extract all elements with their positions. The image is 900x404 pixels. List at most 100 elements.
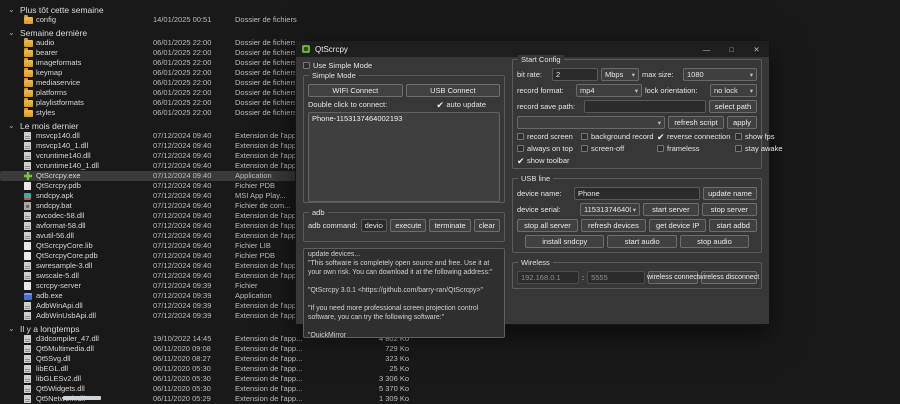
refresh-script-button[interactable]: refresh script bbox=[668, 116, 724, 129]
file-name: sndcpy.apk bbox=[36, 191, 153, 201]
frameless-checkbox[interactable]: frameless bbox=[657, 144, 733, 153]
device-serial-select[interactable]: 1153137464002193 bbox=[580, 203, 640, 216]
stay-awake-checkbox[interactable]: stay awake bbox=[735, 144, 783, 153]
screen-bottom-fragment bbox=[63, 396, 101, 400]
file-row[interactable]: Qt5Network.dll06/11/2020 05:29Extension … bbox=[0, 394, 900, 404]
file-date: 07/12/2024 09:40 bbox=[153, 181, 235, 191]
file-name: avutil-56.dll bbox=[36, 231, 153, 241]
device-list[interactable]: Phone-1153137464002193 bbox=[308, 112, 500, 202]
dll-icon bbox=[24, 232, 36, 240]
file-name: msvcp140_1.dll bbox=[36, 141, 153, 151]
checkbox-label: record screen bbox=[527, 132, 573, 141]
wifi-connect-button[interactable]: WIFI Connect bbox=[308, 84, 403, 97]
terminate-button[interactable]: terminate bbox=[429, 219, 470, 232]
execute-button[interactable]: execute bbox=[390, 219, 426, 232]
file-name: swresample-3.dll bbox=[36, 261, 153, 271]
record-save-path-input[interactable] bbox=[584, 100, 706, 113]
file-name: QtScrcpyCore.lib bbox=[36, 241, 153, 251]
apply-button[interactable]: apply bbox=[727, 116, 757, 129]
wireless-connect-button[interactable]: wireless connect bbox=[648, 271, 698, 284]
record-format-select[interactable]: mp4 bbox=[576, 84, 642, 97]
file-date: 06/01/2025 22:00 bbox=[153, 78, 235, 88]
device-list-item[interactable]: Phone-1153137464002193 bbox=[312, 114, 496, 123]
script-select[interactable] bbox=[517, 116, 665, 129]
always-on-top-checkbox[interactable]: always on top bbox=[517, 144, 579, 153]
chevron-down-icon: ⌄ bbox=[8, 7, 20, 13]
wireless-disconnect-button[interactable]: wireless disconnect bbox=[701, 271, 757, 284]
max-size-select[interactable]: 1080 bbox=[683, 68, 757, 81]
file-date: 07/12/2024 09:40 bbox=[153, 141, 235, 151]
file-name: d3dcompiler_47.dll bbox=[36, 334, 153, 344]
start-adbd-button[interactable]: start adbd bbox=[709, 219, 757, 232]
dll-icon bbox=[24, 142, 36, 150]
file-row[interactable]: Qt5Multimedia.dll06/11/2020 09:08Extensi… bbox=[0, 344, 900, 354]
bit-rate-input[interactable] bbox=[552, 68, 598, 81]
install-sndcpy-button[interactable]: install sndcpy bbox=[525, 235, 604, 248]
wireless-port-input[interactable] bbox=[587, 271, 645, 284]
stop-server-button[interactable]: stop server bbox=[702, 203, 757, 216]
stop-audio-button[interactable]: stop audio bbox=[680, 235, 749, 248]
file-row[interactable]: config14/01/2025 00:51Dossier de fichier… bbox=[0, 15, 900, 25]
file-date: 06/11/2020 05:30 bbox=[153, 374, 235, 384]
screen-off-checkbox[interactable]: screen-off bbox=[581, 144, 655, 153]
file-icon bbox=[24, 252, 36, 260]
maximize-button[interactable]: □ bbox=[719, 41, 744, 57]
file-name: playlistformats bbox=[36, 98, 153, 108]
app-blue-icon bbox=[24, 293, 36, 300]
section-header[interactable]: ⌄Semaine dernière bbox=[0, 27, 900, 38]
section-header[interactable]: ⌄Plus tôt cette semaine bbox=[0, 4, 900, 15]
background-record-checkbox[interactable]: background record bbox=[581, 132, 655, 141]
section-label: Semaine dernière bbox=[20, 28, 87, 38]
auto-update-checkbox[interactable]: auto update bbox=[436, 100, 486, 109]
file-date: 07/12/2024 09:39 bbox=[153, 301, 235, 311]
clear-button[interactable]: clear bbox=[474, 219, 500, 232]
dll-icon bbox=[24, 132, 36, 140]
checkbox-label: reverse connection bbox=[667, 132, 730, 141]
file-name: avcodec-58.dll bbox=[36, 211, 153, 221]
show-toolbar-checkbox[interactable]: show toolbar bbox=[517, 156, 579, 165]
adb-command-input[interactable] bbox=[361, 219, 388, 232]
checkbox-label: stay awake bbox=[745, 144, 783, 153]
section-label: Il y a longtemps bbox=[20, 324, 80, 334]
file-name: swscale-5.dll bbox=[36, 271, 153, 281]
exe-green-icon bbox=[24, 172, 36, 180]
file-name: keymap bbox=[36, 68, 153, 78]
wireless-ip-input[interactable] bbox=[517, 271, 579, 284]
refresh-devices-button[interactable]: refresh devices bbox=[581, 219, 646, 232]
dll-icon bbox=[24, 152, 36, 160]
show-fps-checkbox[interactable]: show fps bbox=[735, 132, 783, 141]
update-name-button[interactable]: update name bbox=[703, 187, 757, 200]
minimize-button[interactable]: — bbox=[694, 41, 719, 57]
stop-all-server-button[interactable]: stop all server bbox=[517, 219, 578, 232]
device-name-input[interactable] bbox=[574, 187, 700, 200]
file-row[interactable]: libGLESv2.dll06/11/2020 05:30Extension d… bbox=[0, 374, 900, 384]
bit-rate-unit-select[interactable]: Mbps bbox=[601, 68, 639, 81]
use-simple-mode-checkbox[interactable]: Use Simple Mode bbox=[303, 61, 372, 70]
reverse-connection-checkbox[interactable]: reverse connection bbox=[657, 132, 733, 141]
file-name: libEGL.dll bbox=[36, 364, 153, 374]
start-audio-button[interactable]: start audio bbox=[607, 235, 676, 248]
folder-icon bbox=[24, 60, 36, 67]
section-label: Le mois dernier bbox=[20, 121, 79, 131]
file-row[interactable]: Qt5Widgets.dll06/11/2020 05:30Extension … bbox=[0, 384, 900, 394]
usb-connect-button[interactable]: USB Connect bbox=[406, 84, 500, 97]
adb-group: adb adb command: execute terminate clear bbox=[303, 212, 505, 242]
file-row[interactable]: libEGL.dll06/11/2020 05:30Extension de l… bbox=[0, 364, 900, 374]
chevron-down-icon: ⌄ bbox=[8, 30, 20, 36]
log-output[interactable]: update devices... "This software is comp… bbox=[303, 248, 505, 338]
select-path-button[interactable]: select path bbox=[709, 100, 757, 113]
chevron-down-icon bbox=[635, 87, 638, 95]
file-name: AdbWinApi.dll bbox=[36, 301, 153, 311]
start-server-button[interactable]: start server bbox=[643, 203, 699, 216]
dll-icon bbox=[24, 335, 36, 343]
get-device-ip-button[interactable]: get device IP bbox=[649, 219, 707, 232]
file-date: 06/11/2020 09:08 bbox=[153, 344, 235, 354]
close-button[interactable]: ✕ bbox=[744, 41, 769, 57]
checkbox-label: screen-off bbox=[591, 144, 624, 153]
file-row[interactable]: Qt5Svg.dll06/11/2020 08:27Extension de l… bbox=[0, 354, 900, 364]
file-type: Extension de l'app... bbox=[235, 354, 353, 364]
record-screen-checkbox[interactable]: record screen bbox=[517, 132, 579, 141]
file-name: styles bbox=[36, 108, 153, 118]
chevron-down-icon bbox=[633, 206, 636, 214]
lock-orientation-select[interactable]: no lock bbox=[710, 84, 757, 97]
